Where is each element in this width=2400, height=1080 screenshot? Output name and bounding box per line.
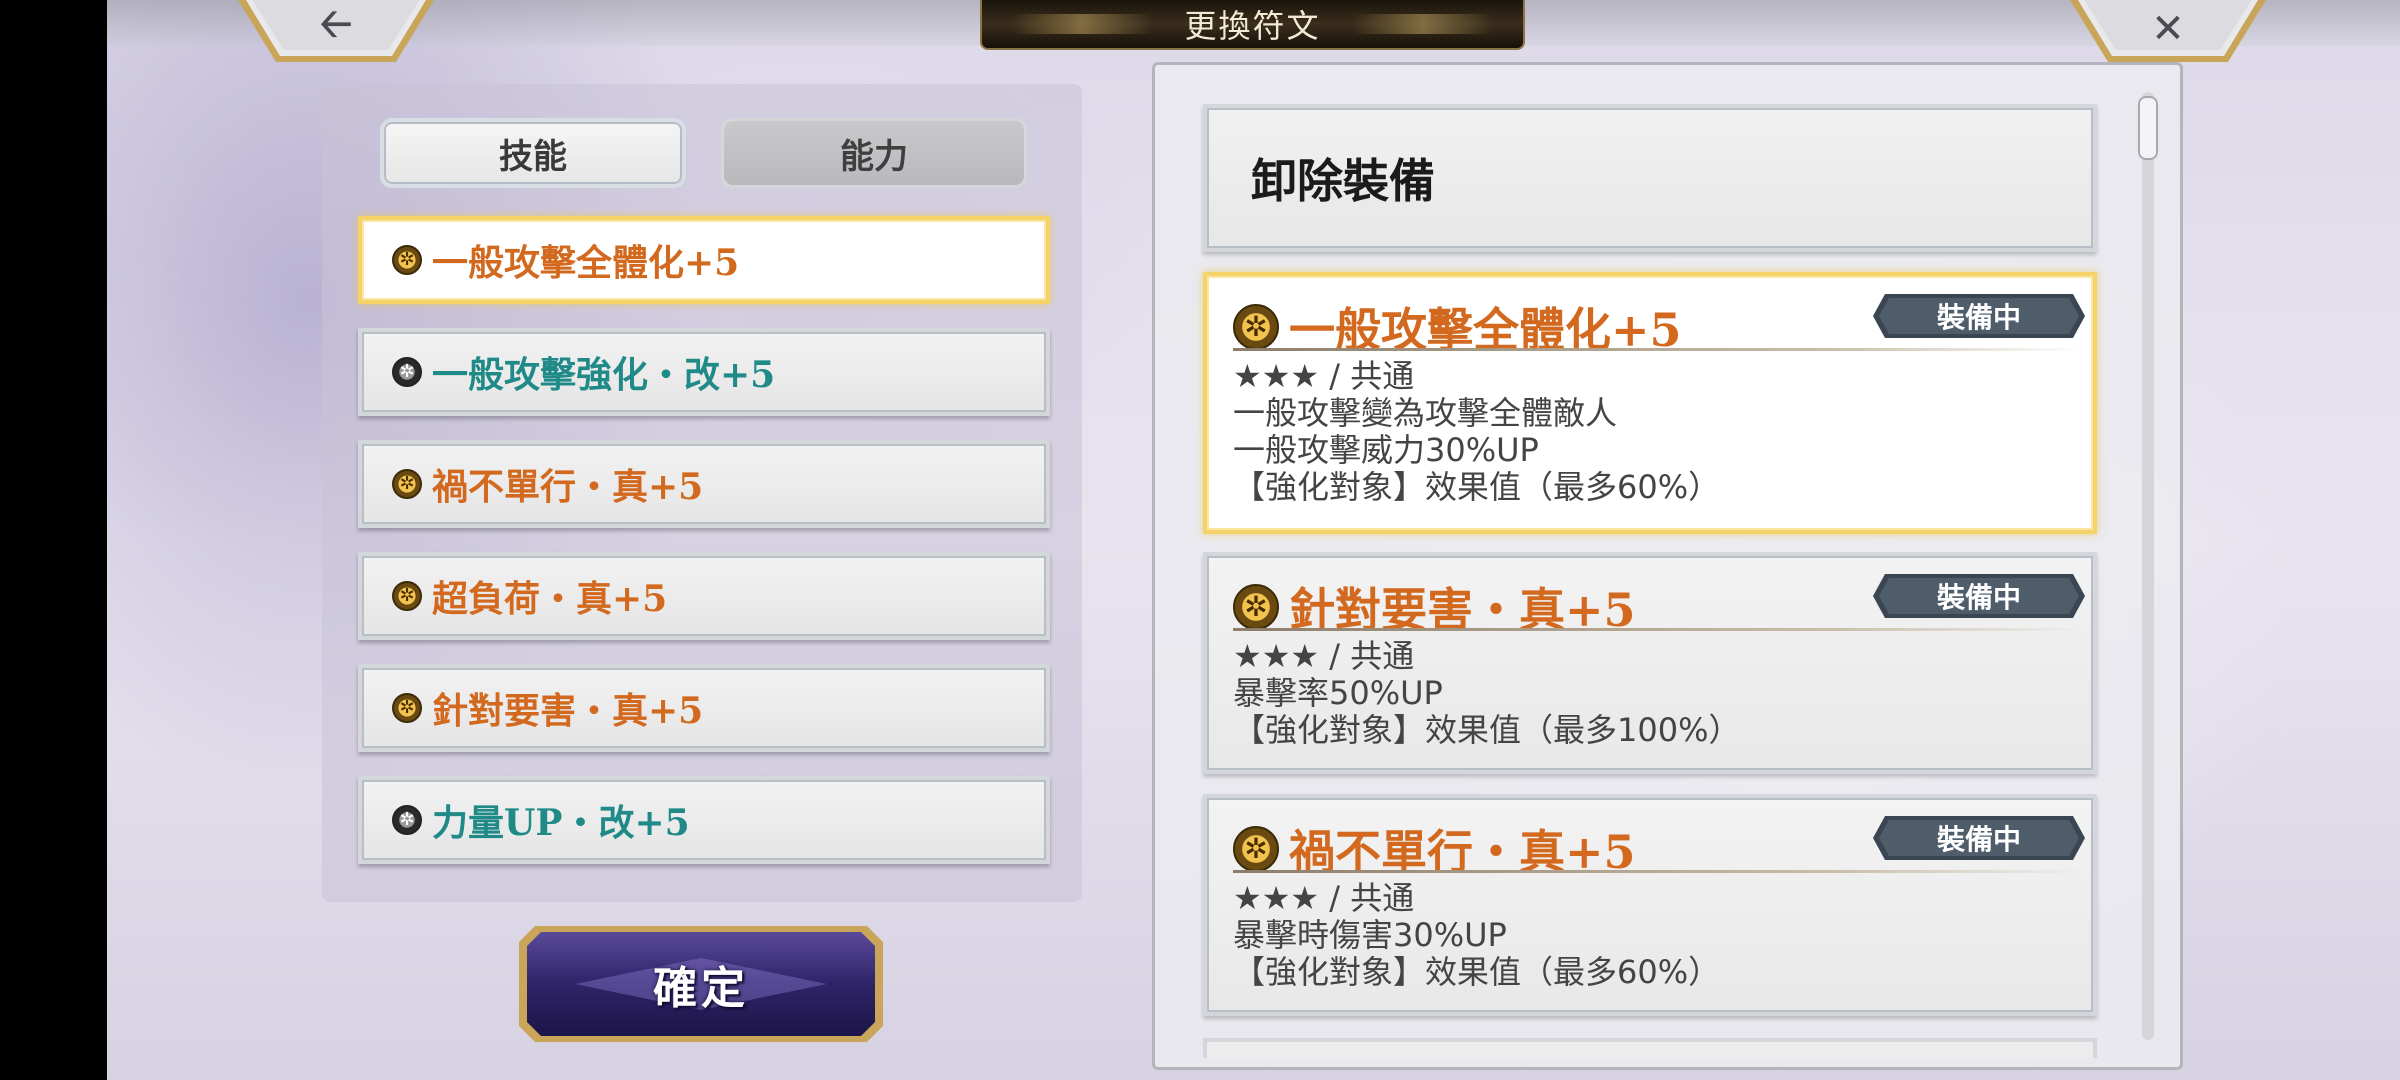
rune-card[interactable]: ✲ 針對要害・真+5 裝備中 ★★★ / 共通 暴擊率50%UP 【強化對象】效… [1203,552,2097,774]
tab-skill[interactable]: 技能 [380,118,686,188]
rarity-line: ★★★ / 共通 [1233,357,1415,395]
rarity-line: ★★★ / 共通 [1233,879,1415,917]
divider [1233,348,2083,351]
rune-description: ★★★ / 共通 一般攻擊變為攻擊全體敵人 一般攻擊威力30%UP 【強化對象】… [1233,358,1720,506]
rune-gold-icon: ✲ [392,469,422,499]
equipped-badge: 裝備中 [1871,292,2087,340]
close-icon: ✕ [2151,6,2185,52]
desc-line: 【強化對象】效果值（最多100%） [1233,711,1741,749]
skill-item-label: 禍不單行・真+5 [432,466,704,508]
rune-gold-icon: ✲ [1233,584,1279,630]
rune-gold-icon: ✲ [392,245,422,275]
close-button[interactable]: ✕ [2068,0,2268,64]
desc-line: 【強化對象】效果值（最多60%） [1233,468,1721,506]
divider [1233,870,2083,873]
unequip-label: 卸除裝備 [1251,154,1435,208]
page-title: 更換符文 [1184,7,1321,45]
skill-item[interactable]: ✲ 超負荷・真+5 [358,552,1050,640]
rarity-line: ★★★ / 共通 [1233,637,1415,675]
rune-gold-icon: ✲ [392,693,422,723]
rune-gold-icon: ✲ [392,581,422,611]
title-plate: 更換符文 [980,0,1525,50]
unequip-button[interactable]: 卸除裝備 [1203,104,2097,252]
title-ornament-right [1353,14,1493,34]
skill-item[interactable]: ✲ 力量UP・改+5 [358,776,1050,864]
title-ornament-left [1012,14,1152,34]
skill-item-label: 一般攻擊強化・改+5 [432,354,776,396]
tab-ability[interactable]: 能力 [721,118,1027,188]
rune-gold-icon: ✲ [1233,304,1279,350]
back-button[interactable]: 🡠 [236,0,436,64]
skill-item-label: 超負荷・真+5 [432,578,668,620]
desc-line: 一般攻擊變為攻擊全體敵人 [1233,394,1618,432]
skill-item[interactable]: ✲ 一般攻擊全體化+5 [358,216,1050,304]
skill-item[interactable]: ✲ 一般攻擊強化・改+5 [358,328,1050,416]
divider [1233,628,2083,631]
rune-dark-icon: ✲ [392,357,422,387]
equipped-badge-label: 裝備中 [1936,823,2021,856]
skill-item[interactable]: ✲ 禍不單行・真+5 [358,440,1050,528]
skill-item-label: 一般攻擊全體化+5 [432,242,740,284]
left-letterbox [0,0,107,1080]
rune-card[interactable]: ✲ 一般攻擊全體化+5 裝備中 ★★★ / 共通 一般攻擊變為攻擊全體敵人 一般… [1203,272,2097,534]
rune-card-partial[interactable] [1203,1038,2097,1058]
desc-line: 一般攻擊威力30%UP [1233,431,1539,469]
arrow-left-icon: 🡠 [319,1,353,47]
equipped-badge: 裝備中 [1871,814,2087,862]
skill-item[interactable]: ✲ 針對要害・真+5 [358,664,1050,752]
rune-description: ★★★ / 共通 暴擊時傷害30%UP 【強化對象】效果值（最多60%） [1233,880,1720,991]
rune-gold-icon: ✲ [1233,826,1279,872]
desc-line: 暴擊時傷害30%UP [1233,916,1507,954]
equipped-badge-label: 裝備中 [1936,301,2021,334]
confirm-button-label: 確定 [653,963,749,1014]
desc-line: 【強化對象】效果值（最多60%） [1233,953,1721,991]
scrollbar-thumb[interactable] [2138,96,2158,160]
confirm-button[interactable]: 確定 [515,922,887,1046]
scrollbar-track[interactable] [2142,92,2154,1040]
equipped-badge: 裝備中 [1871,572,2087,620]
skill-item-label: 力量UP・改+5 [432,802,690,844]
skill-item-label: 針對要害・真+5 [432,690,704,732]
rune-card[interactable]: ✲ 禍不單行・真+5 裝備中 ★★★ / 共通 暴擊時傷害30%UP 【強化對象… [1203,794,2097,1016]
desc-line: 暴擊率50%UP [1233,674,1443,712]
rune-description: ★★★ / 共通 暴擊率50%UP 【強化對象】效果值（最多100%） [1233,638,1741,749]
rune-dark-icon: ✲ [392,805,422,835]
equipped-badge-label: 裝備中 [1936,581,2021,614]
